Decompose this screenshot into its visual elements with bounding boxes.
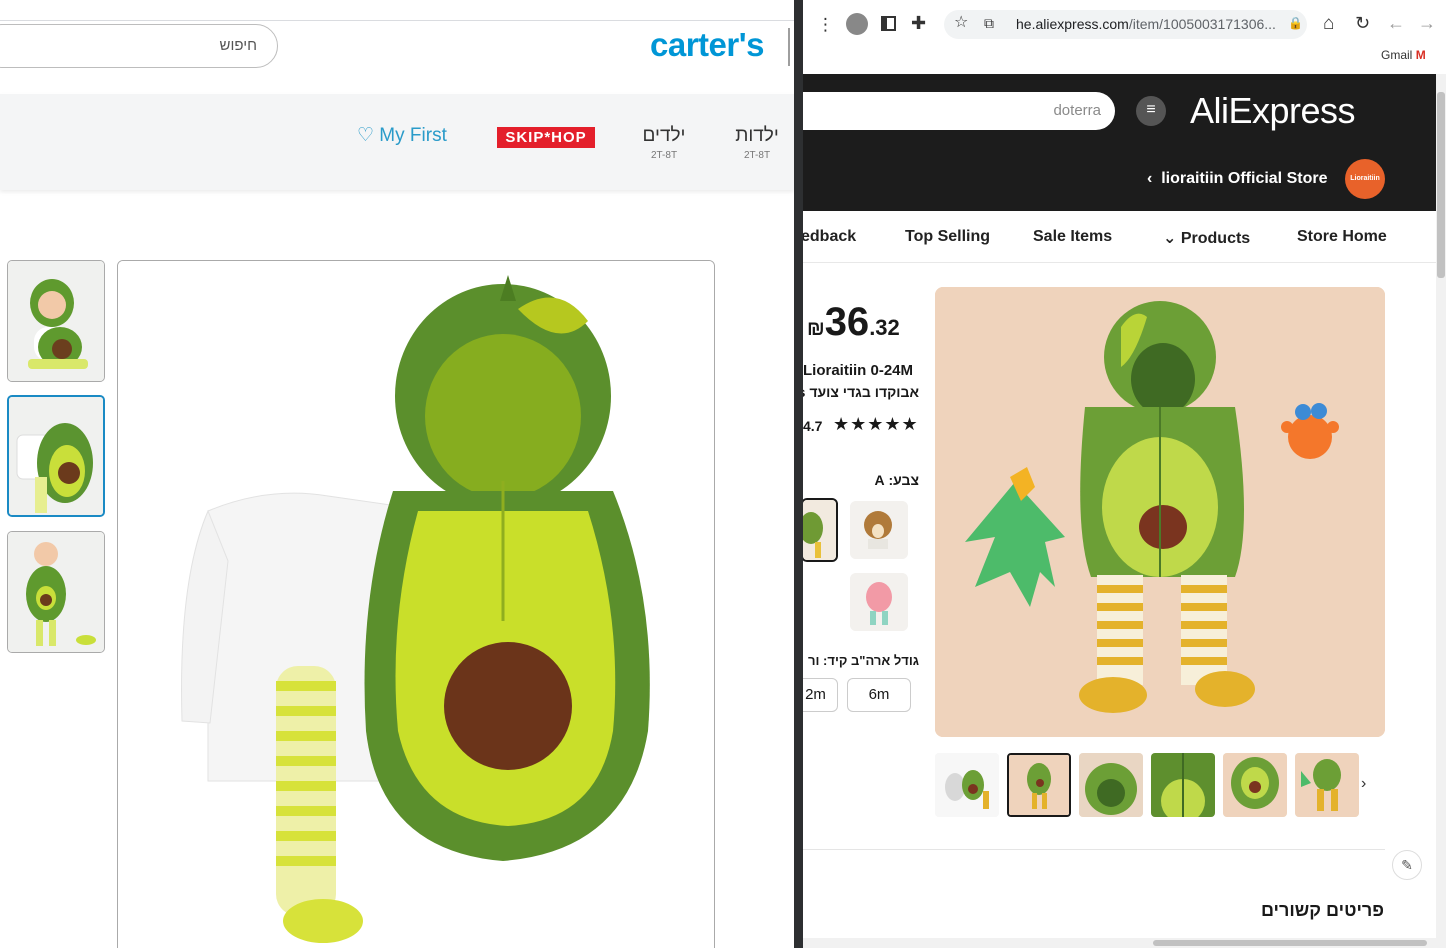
color-swatch-a[interactable] <box>803 498 838 562</box>
tab-sale-items[interactable]: Sale Items <box>1033 228 1112 246</box>
tab-store-home[interactable]: Store Home <box>1297 228 1387 246</box>
product-thumbnail-3[interactable] <box>7 531 105 653</box>
swatch-pink-image <box>850 573 908 631</box>
url-path: /item/1005003171306... <box>1128 16 1276 32</box>
gallery-thumb-5[interactable] <box>1223 753 1287 817</box>
forward-icon[interactable]: → <box>1418 14 1436 32</box>
share-icon[interactable]: ⧉ <box>984 16 994 30</box>
home-icon[interactable]: ⌂ <box>1323 14 1334 33</box>
menu-icon[interactable]: ≡ <box>1136 96 1166 126</box>
vertical-scrollbar[interactable] <box>1436 74 1446 948</box>
gallery-thumb-6[interactable] <box>1295 753 1359 817</box>
search-value: doterra <box>1053 102 1101 119</box>
carters-logo[interactable]: carter's <box>650 26 764 64</box>
gallery-next-icon[interactable]: › <box>1361 775 1366 793</box>
window-divider[interactable] <box>794 0 803 948</box>
extensions-icon[interactable]: ✚ <box>911 14 926 32</box>
product-title: Lioraitiin 0-24M <box>803 362 914 379</box>
store-tabs: edback Top Selling Sale Items ⌄ Products… <box>803 211 1436 263</box>
reload-icon[interactable]: ↻ <box>1355 14 1370 32</box>
carters-window: חיפוש carter's ילדות 2T-8T ילדים 2T-8T S… <box>0 0 794 948</box>
edit-icon[interactable]: ✎ <box>1392 850 1422 880</box>
color-swatch-c[interactable] <box>850 573 908 631</box>
address-bar[interactable]: ☆ ⧉ he.aliexpress.com/item/1005003171306… <box>944 10 1307 39</box>
divider <box>788 28 790 66</box>
horizontal-scrollbar[interactable] <box>803 938 1436 948</box>
search-input[interactable]: חיפוש <box>0 24 278 68</box>
aliexpress-logo[interactable]: AliExpress <box>1190 90 1356 132</box>
top-border <box>0 20 794 21</box>
my-first-link[interactable]: ♡ My First <box>357 124 447 147</box>
gallery-thumb-1[interactable] <box>935 753 999 817</box>
aliexpress-window: ⋮ ✚ ☆ ⧉ he.aliexpress.com/item/100500317… <box>803 0 1446 948</box>
avocado-romper-image <box>935 287 1385 737</box>
tab-products[interactable]: ⌄ Products <box>1163 228 1250 248</box>
scrollbar-thumb[interactable] <box>1437 92 1445 278</box>
swatch-avocado-image <box>803 500 836 560</box>
chevron-down-icon: ⌄ <box>1163 230 1177 247</box>
more-icon[interactable]: ⋮ <box>817 16 834 33</box>
profile-avatar[interactable] <box>846 13 868 35</box>
related-items-heading: פריטים קשורים <box>1260 900 1384 920</box>
nav-label: ילדים <box>642 125 686 146</box>
gallery-image <box>935 753 999 817</box>
swatch-brown-image <box>850 501 908 559</box>
gallery-image <box>1009 755 1069 815</box>
avocado-costume-image <box>118 261 714 948</box>
nav-item-boys[interactable]: ילדים 2T-8T <box>640 125 688 161</box>
gallery-thumb-2[interactable] <box>1007 753 1071 817</box>
scrollbar-thumb[interactable] <box>1153 940 1427 946</box>
back-icon[interactable]: ← <box>1387 14 1405 32</box>
gallery-image <box>1079 753 1143 817</box>
nav-label: ילדות <box>735 125 779 146</box>
gallery-thumb-4[interactable] <box>1151 753 1215 817</box>
nav-sublabel: 2T-8T <box>650 150 678 161</box>
sidebar-icon[interactable] <box>881 16 896 31</box>
search-placeholder: חיפוש <box>219 37 257 54</box>
bookmark-star-icon[interactable]: ☆ <box>954 15 968 31</box>
color-swatch-b[interactable] <box>850 501 908 559</box>
browser-toolbar: ⋮ ✚ ☆ ⧉ he.aliexpress.com/item/100500317… <box>803 0 1446 74</box>
size-option-6m[interactable]: 6m <box>847 678 911 712</box>
tab-feedback[interactable]: edback <box>803 228 856 246</box>
nav-sublabel: 2T-8T <box>743 150 771 161</box>
store-link[interactable]: ‹ lioraitiin Official Store <box>1147 170 1327 188</box>
url-host: he.aliexpress.com <box>1016 16 1129 32</box>
nav-item-girls[interactable]: ילדות 2T-8T <box>734 125 780 161</box>
search-input[interactable]: doterra <box>803 92 1115 130</box>
product-title-line2: אבוקדו בגדי צועד s <box>803 384 919 400</box>
store-name: lioraitiin Official Store <box>1161 170 1328 187</box>
rating-value: 4.7 <box>803 418 823 434</box>
gallery-thumb-3[interactable] <box>1079 753 1143 817</box>
gallery-image <box>1295 753 1359 817</box>
gallery-image <box>1223 753 1287 817</box>
star-rating-icon[interactable]: ★★★★★ <box>833 414 919 435</box>
chevron-left-icon: ‹ <box>1147 170 1153 187</box>
product-thumbnail-2[interactable] <box>7 395 105 517</box>
baby-avocado-image <box>8 261 104 381</box>
product-price: ₪36.32 <box>807 300 900 344</box>
size-label: גודל ארה"ב קיד: ור <box>808 653 919 668</box>
color-label: צבע: A <box>874 472 919 488</box>
gallery-image <box>1151 753 1215 817</box>
lock-icon[interactable]: 🔒 <box>1288 17 1303 29</box>
gmail-icon: M <box>1415 48 1426 62</box>
toddler-avocado-image <box>8 532 104 652</box>
costume-set-image <box>9 397 103 515</box>
store-avatar[interactable]: Lioraitiin <box>1345 159 1385 199</box>
skip-hop-logo[interactable]: SKIP*HOP <box>497 127 595 148</box>
aliexpress-header: doterra ≡ AliExpress ‹ lioraitiin Offici… <box>803 74 1436 211</box>
product-main-image[interactable] <box>935 287 1385 737</box>
section-divider <box>803 849 1385 850</box>
tab-top-selling[interactable]: Top Selling <box>905 228 990 246</box>
bookmark-gmail[interactable]: Gmail M <box>1381 48 1426 62</box>
product-thumbnail-1[interactable] <box>7 260 105 382</box>
main-product-image[interactable] <box>117 260 715 948</box>
size-option-2m[interactable]: 2m <box>803 678 838 712</box>
